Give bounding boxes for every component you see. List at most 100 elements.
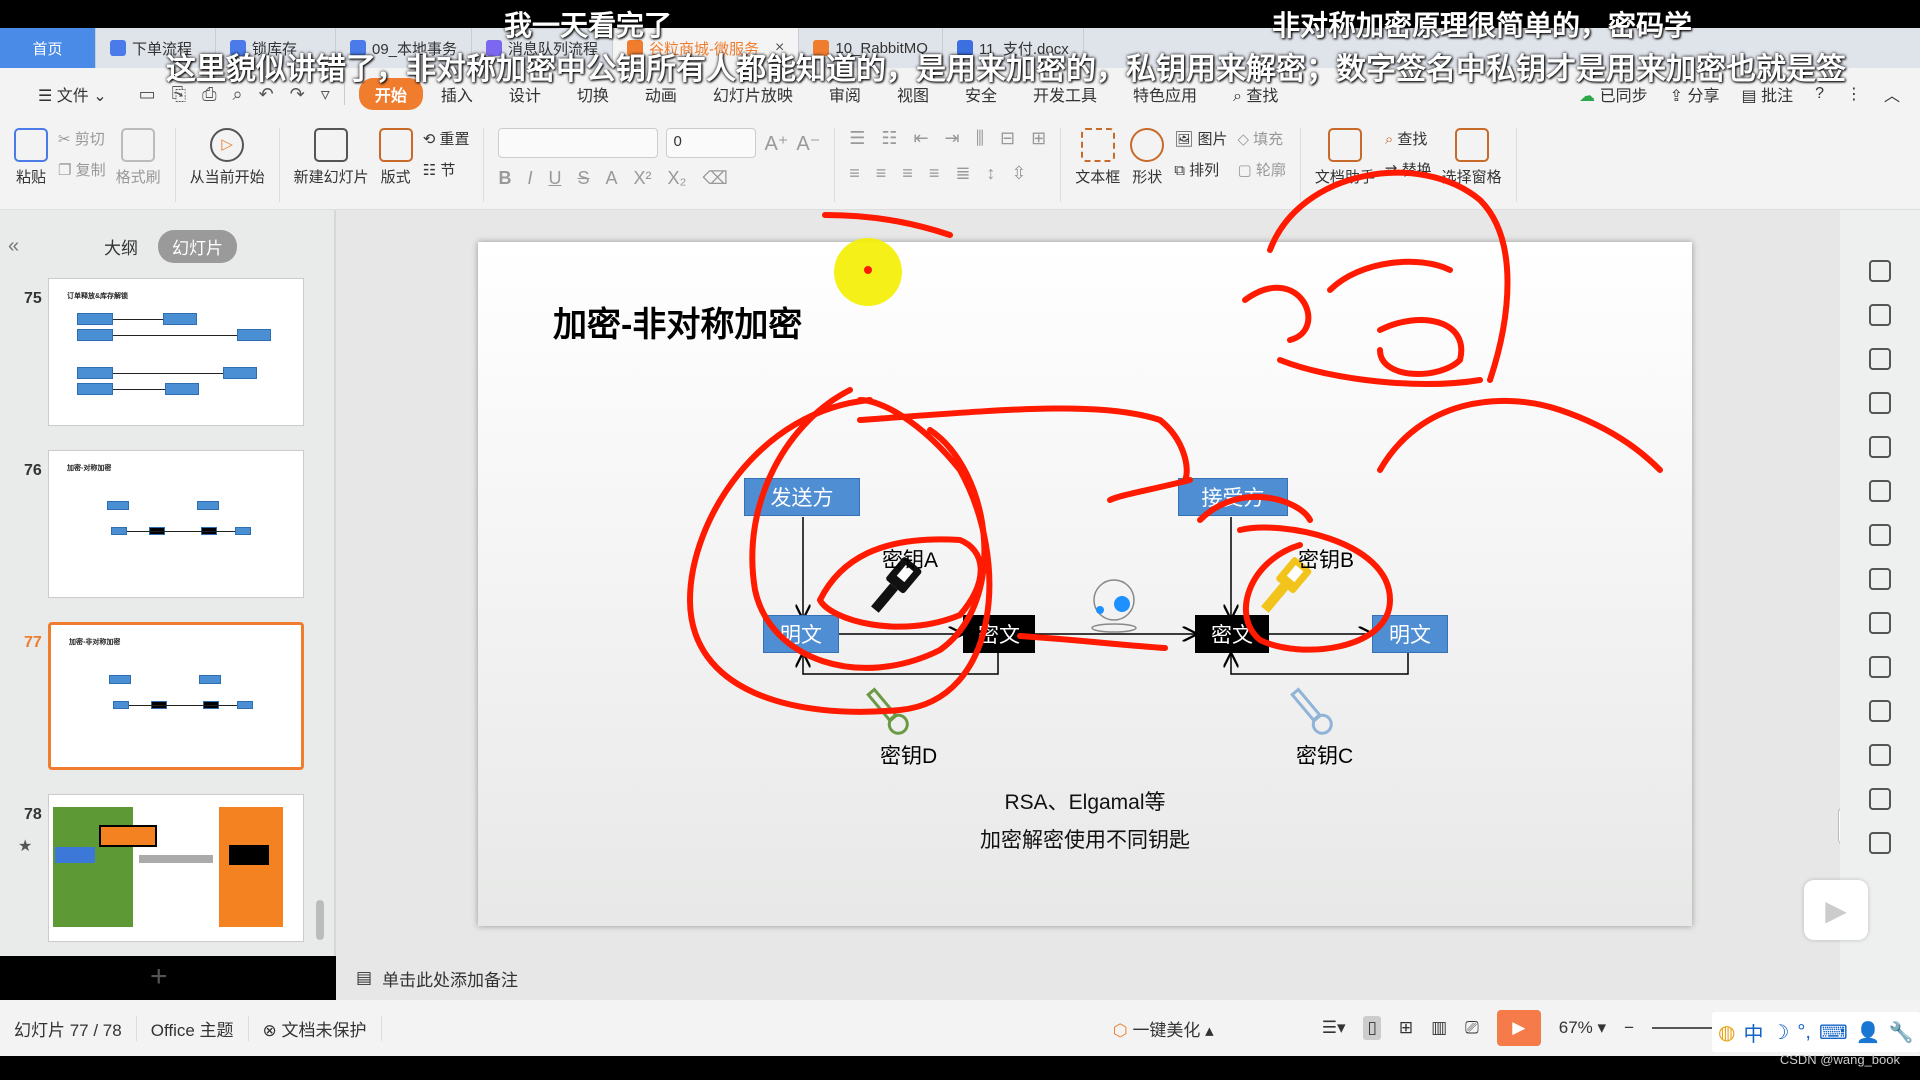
export-pane-icon[interactable] [1869,656,1891,678]
ime-mode[interactable]: 中 [1743,1018,1763,1047]
beautify-button[interactable]: ⬡ 一键美化 ▴ [1113,1016,1214,1041]
find-button[interactable]: ⌕ 查找 [1385,128,1432,149]
superscript-icon[interactable]: X² [634,168,652,189]
animation-pane-icon[interactable] [1869,392,1891,414]
theme-name[interactable]: Office 主题 [137,1015,249,1041]
tab-outline[interactable]: 大纲 [104,234,138,259]
new-slide-button[interactable]: 新建幻灯片 [294,128,369,187]
notes-pane[interactable]: ▤ 单击此处添加备注 [336,956,1840,1000]
cut-button[interactable]: ✂ 剪切 [58,128,106,149]
table-pane-icon[interactable] [1869,436,1891,458]
plaintext-left-box[interactable]: 明文 [763,615,839,653]
normal-view-icon[interactable]: ▯ [1363,1016,1381,1040]
font-name-select[interactable] [498,128,659,158]
textbox-button[interactable]: 文本框 [1075,128,1120,187]
text-direction-icon[interactable]: ⫼ [976,128,984,149]
ime-toolbar[interactable]: ◍ 中 ☽ °, ⌨ 👤 🔧 [1712,1012,1920,1052]
slide-77[interactable]: 加密-非对称加密 发送方 接受方 明文 密文 密文 明文 密钥A 密钥B 密钥D… [478,242,1692,926]
font-size-select[interactable]: 0 [666,128,757,158]
add-slide-button[interactable]: + [150,960,168,994]
clear-format-icon[interactable]: ⌫ [703,168,728,189]
underline-icon[interactable]: U [548,168,561,189]
paragraph-spacing-icon[interactable]: ⇳ [1011,163,1026,184]
select-pane-button[interactable]: 选择窗格 [1442,128,1502,187]
zoom-out-icon[interactable]: − [1624,1018,1634,1038]
ciphertext-right-box[interactable]: 密文 [1195,615,1269,653]
numbering-icon[interactable]: ☷ [881,128,897,149]
increase-font-icon[interactable]: A⁺ [764,131,788,156]
settings-pane-icon[interactable] [1869,568,1891,590]
shape-button[interactable]: 形状 [1130,128,1165,187]
document-protection[interactable]: ⊗ 文档未保护 [249,1015,382,1041]
align-left-icon[interactable]: ≡ [849,163,860,184]
bullets-icon[interactable]: ☰ [849,128,865,149]
ime-keyboard-icon[interactable]: ⌨ [1819,1020,1848,1045]
distribute-icon[interactable]: ≣ [955,163,970,184]
image-pane-icon[interactable] [1869,744,1891,766]
collapse-ribbon-icon[interactable]: ︿ [1884,82,1900,106]
reset-button[interactable]: ⟲ 重置 [423,128,470,149]
play-from-current-button[interactable]: ▷ 从当前开始 [190,128,265,187]
slide-thumbnail[interactable] [48,794,304,942]
file-menu[interactable]: ☰ 文件 ⌄ [20,82,125,106]
ime-user-icon[interactable]: 👤 [1856,1020,1881,1045]
slide-thumbnail[interactable]: 加密-对称加密 [48,450,304,598]
paste-button[interactable]: 粘贴 [14,128,48,187]
font-color-icon[interactable]: A [605,168,617,189]
presenter-view-icon[interactable]: ⎚ [1465,1018,1479,1038]
justify-icon[interactable]: ≡ [929,163,940,184]
format-painter-button[interactable]: 格式刷 [116,128,161,187]
ime-punct-icon[interactable]: °, [1797,1021,1811,1044]
align-center-icon[interactable]: ≡ [876,163,887,184]
slide-thumbnail[interactable]: 订单释放&库存解锁 [48,278,304,426]
chart-pane-icon[interactable] [1869,524,1891,546]
strikethrough-icon[interactable]: S [577,168,589,189]
ime-moon-icon[interactable]: ☽ [1771,1020,1789,1045]
replace-button[interactable]: ⇄ 替换 [1385,159,1432,180]
thumbnail-scrollbar[interactable] [316,900,324,940]
audio-pane-icon[interactable] [1869,788,1891,810]
outdent-icon[interactable]: ⇤ [914,128,929,149]
ime-tools-icon[interactable]: 🔧 [1889,1020,1914,1045]
arrange-button[interactable]: ⧉ 排列 [1174,159,1227,180]
picture-button[interactable]: 🖼 图片 [1174,128,1227,149]
decrease-font-icon[interactable]: A⁻ [796,131,820,156]
italic-icon[interactable]: I [527,168,532,189]
play-slideshow-button[interactable]: ▶ [1496,1010,1541,1046]
bold-icon[interactable]: B [498,168,511,189]
location-pane-icon[interactable] [1869,832,1891,854]
ciphertext-left-box[interactable]: 密文 [963,615,1035,653]
notes-toggle-icon[interactable]: ☰▾ [1322,1018,1346,1038]
grid-pane-icon[interactable] [1869,480,1891,502]
outline-button[interactable]: ▢ 轮廓 [1237,159,1285,180]
align-right-icon[interactable]: ≡ [902,163,913,184]
reading-view-icon[interactable]: ▥ [1431,1018,1447,1038]
layout-button[interactable]: 版式 [378,128,413,187]
transition-pane-icon[interactable] [1869,304,1891,326]
vertical-align-icon[interactable]: ⊞ [1031,128,1046,149]
line-spacing-icon[interactable]: ↕ [986,163,995,184]
video-player-float-icon[interactable]: ▶ [1804,880,1868,940]
doc-assistant-button[interactable]: 文档助手 [1315,128,1375,187]
slide-sorter-icon[interactable]: ⊞ [1399,1018,1413,1038]
subscript-icon[interactable]: X₂ [668,168,687,189]
indent-icon[interactable]: ⇥ [945,128,960,149]
archive-pane-icon[interactable] [1869,700,1891,722]
plaintext-right-box[interactable]: 明文 [1372,615,1448,653]
align-text-icon[interactable]: ⊟ [1000,128,1015,149]
receiver-box[interactable]: 接受方 [1178,478,1288,516]
more-icon[interactable]: ⋮ [1846,84,1862,104]
copy-button[interactable]: ❐ 复制 [58,159,106,180]
tab-home[interactable]: 首页 [0,28,96,68]
shapes-pane-icon[interactable] [1869,348,1891,370]
gallery-pane-icon[interactable] [1869,612,1891,634]
fill-button[interactable]: ◇ 填充 [1237,128,1285,149]
save-icon[interactable]: ▭ [139,84,156,105]
tab-slides[interactable]: 幻灯片 [158,229,237,263]
collapse-panel-icon[interactable]: « [8,235,19,258]
slide-thumbnail-active[interactable]: 加密-非对称加密 [48,622,304,770]
zoom-level[interactable]: 67% ▾ [1559,1018,1606,1038]
sender-box[interactable]: 发送方 [744,478,860,516]
section-button[interactable]: ☷ 节 [423,159,470,180]
star-pane-icon[interactable] [1869,260,1891,282]
